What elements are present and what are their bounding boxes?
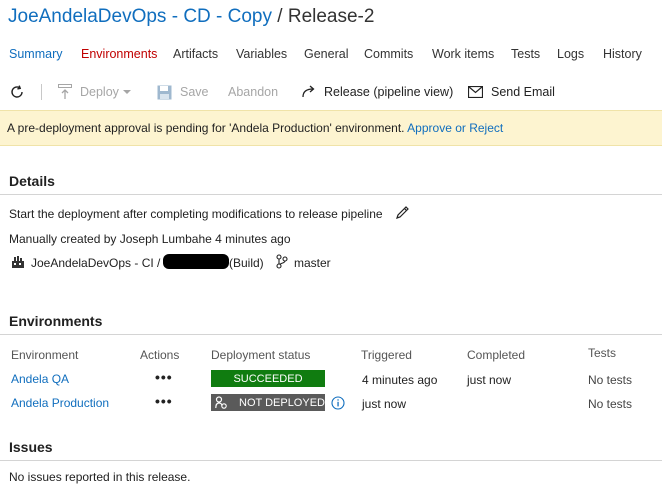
breadcrumb-separator: /: [277, 6, 283, 27]
pipeline-link[interactable]: JoeAndelaDevOps - CD - Copy: [8, 6, 272, 27]
triggered-time: 4 minutes ago: [362, 373, 438, 387]
col-completed: Completed: [467, 348, 526, 362]
mail-icon: [468, 86, 483, 98]
save-label: Save: [180, 85, 209, 99]
approval-pending-icon: [215, 396, 227, 409]
redo-arrow-icon: [302, 85, 315, 98]
redacted-build-number: [163, 254, 229, 269]
approve-or-reject-link[interactable]: Approve or Reject: [407, 121, 503, 135]
environment-link-qa[interactable]: Andela QA: [11, 372, 69, 386]
status-badge[interactable]: SUCCEEDED: [211, 370, 325, 387]
deploy-label: Deploy: [80, 85, 119, 99]
tab-variables[interactable]: Variables: [236, 47, 287, 61]
save-button[interactable]: Save: [157, 78, 209, 106]
tab-commits[interactable]: Commits: [364, 47, 413, 61]
created-by-text: Manually created by Joseph Lumbahe 4 min…: [9, 232, 291, 246]
toolbar-divider: [41, 84, 42, 100]
tests-result: No tests: [588, 397, 633, 411]
tab-artifacts[interactable]: Artifacts: [173, 47, 218, 61]
environment-link-production[interactable]: Andela Production: [11, 396, 109, 410]
chevron-down-icon: [122, 90, 131, 94]
send-email-label: Send Email: [491, 85, 555, 99]
abandon-label: Abandon: [228, 85, 279, 99]
deploy-button[interactable]: Deploy: [58, 78, 131, 106]
tests-result: No tests: [588, 373, 633, 387]
col-environment: Environment: [11, 348, 79, 362]
details-divider: [0, 194, 662, 195]
status-badge-label: NOT DEPLOYED: [239, 396, 325, 409]
artifact-link[interactable]: JoeAndelaDevOps - CI / 2: [31, 256, 170, 270]
col-triggered: Triggered: [361, 348, 412, 362]
details-heading: Details: [9, 173, 55, 189]
environments-heading: Environments: [9, 313, 103, 329]
branch-icon: [276, 254, 288, 269]
build-icon: [12, 256, 24, 268]
abandon-button[interactable]: Abandon: [228, 78, 278, 106]
approval-banner: A pre-deployment approval is pending for…: [0, 110, 662, 146]
release-pipeline-view-label: Release (pipeline view): [324, 85, 454, 99]
completed-time: just now: [467, 373, 512, 387]
save-icon: [157, 85, 172, 99]
actions-menu-button[interactable]: •••: [155, 393, 173, 409]
status-badge[interactable]: NOT DEPLOYED: [211, 394, 325, 411]
tab-logs[interactable]: Logs: [557, 47, 584, 61]
release-title: JoeAndelaDevOps - CD - Copy / Release-2: [8, 6, 374, 28]
info-icon[interactable]: [331, 396, 345, 410]
col-actions: Actions: [140, 348, 180, 362]
release-name: Release-2: [287, 6, 375, 27]
refresh-icon: [11, 85, 23, 98]
triggered-time: just now: [362, 397, 407, 411]
actions-menu-button[interactable]: •••: [155, 369, 173, 385]
tab-history[interactable]: History: [603, 47, 642, 61]
tab-bar: Summary Environments Artifacts Variables…: [0, 47, 662, 67]
tab-tests[interactable]: Tests: [511, 47, 540, 61]
tab-environments[interactable]: Environments: [81, 47, 157, 61]
environments-divider: [0, 334, 662, 335]
artifact-type: (Build): [229, 256, 264, 270]
tab-general[interactable]: General: [304, 47, 348, 61]
toolbar: Deploy Save Abandon Release (pipeline vi…: [0, 78, 662, 106]
tab-summary[interactable]: Summary: [9, 47, 62, 61]
send-email-button[interactable]: Send Email: [468, 78, 555, 106]
pencil-icon[interactable]: [395, 205, 410, 220]
col-tests: Tests: [588, 346, 617, 360]
deploy-icon: [58, 84, 72, 99]
issues-divider: [0, 460, 662, 461]
release-description: Start the deployment after completing mo…: [9, 207, 383, 221]
issues-message: No issues reported in this release.: [9, 470, 191, 484]
approval-message: A pre-deployment approval is pending for…: [7, 121, 405, 135]
col-deployment-status: Deployment status: [211, 348, 311, 362]
branch-name: master: [294, 256, 331, 270]
tab-work-items[interactable]: Work items: [432, 47, 494, 61]
issues-heading: Issues: [9, 439, 53, 455]
refresh-button[interactable]: [9, 78, 25, 106]
release-pipeline-view-button[interactable]: Release (pipeline view): [301, 78, 453, 106]
